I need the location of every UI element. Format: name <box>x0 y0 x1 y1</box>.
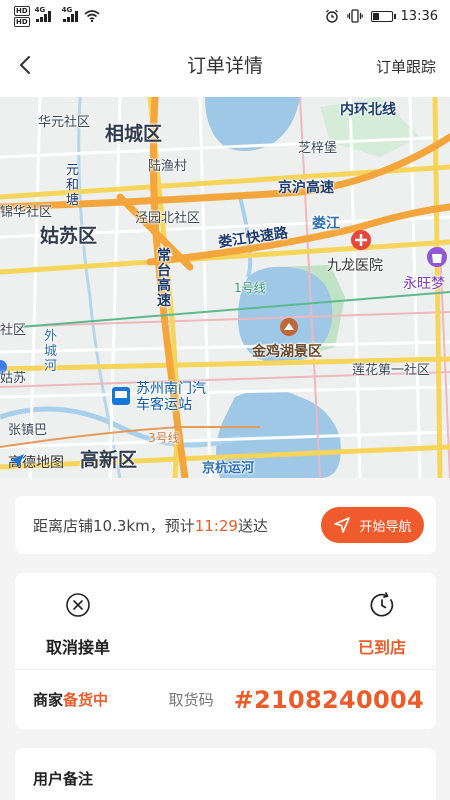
map-canvas <box>0 97 450 478</box>
distance-eta-text: 距离店铺10.3km，预计11:29送达 <box>33 515 268 536</box>
map-label-gusu-short: 姑苏 <box>0 371 27 386</box>
map-label-jinghang-canal: 京杭运河 <box>202 461 255 476</box>
cancel-circle-icon <box>64 591 92 619</box>
signal-2-icon: 4G <box>62 6 78 22</box>
map-label-jiulong-hospital: 九龙医院 <box>327 258 383 274</box>
map-label-yongwang: 永旺梦 <box>403 276 445 292</box>
map-label-line3: 3号线 <box>148 431 180 445</box>
battery-icon <box>370 10 396 22</box>
wifi-icon <box>84 10 100 22</box>
map-label-lianhua: 莲花第一社区 <box>352 363 431 378</box>
map-label-neihuan-north: 内环北线 <box>340 102 396 118</box>
app-header: 订单详情 订单跟踪 <box>0 32 450 97</box>
navigation-arrow-icon <box>10 454 24 468</box>
user-note-title: 用户备注 <box>33 770 94 788</box>
clock-history-icon <box>368 591 396 619</box>
map-label-lvyu: 陆渔村 <box>148 159 188 174</box>
map-label-changtai-expressway: 常台高速 <box>157 248 171 309</box>
map-label-she: 社区 <box>0 323 27 338</box>
navigation-icon <box>334 517 351 533</box>
pickup-code-value: #2108240004 <box>233 685 424 714</box>
network-type-1: 4G <box>34 6 46 14</box>
distance-card: 距离店铺10.3km，预计11:29送达 开始导航 <box>15 496 436 554</box>
distance-prefix: 距离店铺10.3km，预计 <box>33 516 195 535</box>
arrived-store-button[interactable]: 已到店 <box>358 591 406 658</box>
start-navigation-label: 开始导航 <box>359 519 412 535</box>
pickup-code-label: 取货码 <box>168 691 214 709</box>
eta-time: 11:29 <box>194 516 238 535</box>
status-bar-right: 13:36 <box>325 9 438 24</box>
map-view[interactable]: 内环北线 华元社区 相城区 芝梓堡 陆渔村 元和塘 京沪高速 锦华社区 泾园北社… <box>0 97 450 478</box>
merchant-status-row: 商家备货中 取货码 #2108240004 <box>15 670 436 729</box>
chevron-left-icon <box>20 56 30 74</box>
map-label-jinghu-expressway: 京沪高速 <box>278 180 334 196</box>
alarm-icon <box>325 9 338 23</box>
hd-badge-1: HD <box>14 5 30 16</box>
order-action-card: 取消接单 已到店 商家备货中 取货码 #2108240004 <box>15 573 436 729</box>
start-navigation-button[interactable]: 开始导航 <box>321 507 424 543</box>
distance-suffix: 送达 <box>237 516 268 535</box>
page-title: 订单详情 <box>186 55 263 77</box>
map-label-waicheng-river: 外城河 <box>44 329 58 374</box>
map-label-zhangzhenba: 张镇巴 <box>8 423 48 438</box>
hd-indicator: HD HD <box>14 5 30 27</box>
map-label-yuanhetang: 元和塘 <box>66 163 80 208</box>
map-label-gusu: 姑苏区 <box>40 225 98 247</box>
arrived-store-label: 已到店 <box>357 638 406 657</box>
network-type-2: 4G <box>61 6 73 14</box>
signal-1-icon: 4G <box>35 6 51 22</box>
user-note-card: 用户备注 <box>15 748 436 800</box>
map-label-xiangcheng: 相城区 <box>105 123 163 145</box>
map-label-loujiang: 娄江 <box>312 216 340 232</box>
map-label-jinji-lake: 金鸡湖景区 <box>252 344 322 360</box>
order-tracking-link[interactable]: 订单跟踪 <box>376 56 436 77</box>
merchant-status: 商家备货中 <box>33 689 108 710</box>
map-label-huayuan: 华元社区 <box>38 115 91 130</box>
merchant-prefix: 商家 <box>33 691 64 709</box>
map-label-jinshe: 锦华社区 <box>0 205 53 220</box>
map-label-zhiyubao: 芝梓堡 <box>298 141 338 156</box>
status-bar: HD HD 4G 4G 13:36 <box>0 0 450 32</box>
status-bar-left: HD HD 4G 4G <box>14 5 100 27</box>
back-button[interactable] <box>14 54 36 76</box>
hd-badge-2: HD <box>14 16 30 27</box>
vibrate-icon <box>346 9 363 23</box>
amap-logo: 高德地图 <box>8 452 64 472</box>
map-label-line1: 1号线 <box>234 281 266 295</box>
map-label-nanmen-station[interactable]: 苏州南门汽车客运站 <box>136 381 214 413</box>
clock-time: 13:36 <box>400 8 438 24</box>
cancel-order-label: 取消接单 <box>46 638 111 657</box>
action-row: 取消接单 已到店 <box>15 573 436 669</box>
merchant-status-value: 备货中 <box>63 691 109 709</box>
map-label-jingyuanbei: 泾园北社区 <box>135 211 201 226</box>
map-label-gaoxin: 高新区 <box>80 449 138 471</box>
cancel-order-button[interactable]: 取消接单 <box>46 591 110 658</box>
